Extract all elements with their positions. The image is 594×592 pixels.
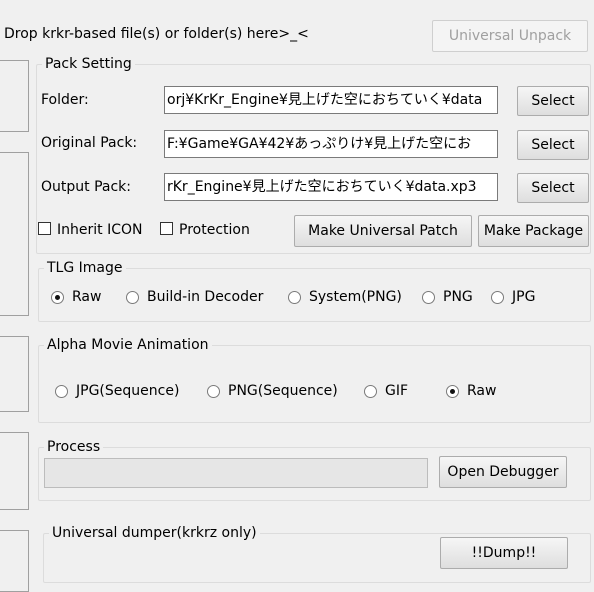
tlg-radio-build-in-decoder-label: Build-in Decoder bbox=[147, 289, 264, 305]
process-title: Process bbox=[44, 437, 104, 457]
alpha-radio-jpg-sequence[interactable]: JPG(Sequence) bbox=[55, 383, 179, 399]
tlg-radio-build-in-decoder[interactable]: Build-in Decoder bbox=[126, 289, 263, 305]
alpha-radio-jpg-sequence-label: JPG(Sequence) bbox=[76, 383, 180, 399]
tlg-radio-jpg[interactable]: JPG bbox=[491, 289, 535, 305]
tlg-radio-system-png-label: System(PNG) bbox=[309, 289, 402, 305]
left-pane-frame-1 bbox=[0, 60, 29, 132]
folder-value: orj¥KrKr_Engine¥見上げた空におちていく¥data bbox=[167, 92, 483, 108]
alpha-radio-raw-label: Raw bbox=[467, 383, 497, 399]
universal-unpack-button[interactable]: Universal Unpack bbox=[432, 20, 588, 52]
dump-button[interactable]: !!Dump!! bbox=[440, 537, 568, 569]
tlg-radio-png-label: PNG bbox=[443, 289, 473, 305]
alpha-radio-jpg-sequence-dot[interactable] bbox=[55, 384, 68, 398]
tlg-radio-raw-label: Raw bbox=[72, 289, 102, 305]
alpha-radio-gif[interactable]: GIF bbox=[364, 383, 408, 399]
make-universal-patch-button[interactable]: Make Universal Patch bbox=[294, 215, 472, 247]
tlg-radio-jpg-dot[interactable] bbox=[491, 290, 504, 304]
make-package-button[interactable]: Make Package bbox=[478, 215, 589, 247]
tlg-radio-png-dot[interactable] bbox=[422, 290, 435, 304]
folder-select-button[interactable]: Select bbox=[517, 86, 589, 116]
left-pane-frame-3 bbox=[0, 336, 29, 412]
output-pack-field[interactable]: rKr_Engine¥見上げた空におちていく¥data.xp3 bbox=[164, 173, 498, 201]
tlg-radio-build-in-decoder-dot[interactable] bbox=[126, 290, 139, 304]
alpha-radio-raw-dot[interactable] bbox=[446, 384, 459, 398]
universal-dumper-title: Universal dumper(krkrz only) bbox=[49, 523, 260, 543]
tlg-radio-raw-dot[interactable] bbox=[51, 290, 64, 304]
left-pane-frame-2 bbox=[0, 152, 29, 316]
output-pack-value: rKr_Engine¥見上げた空におちていく¥data.xp3 bbox=[167, 179, 477, 195]
original-pack-select-button[interactable]: Select bbox=[517, 130, 589, 160]
output-pack-select-button[interactable]: Select bbox=[517, 173, 589, 203]
left-pane-frame-4 bbox=[0, 432, 29, 510]
alpha-radio-gif-dot[interactable] bbox=[364, 384, 377, 398]
alpha-radio-raw[interactable]: Raw bbox=[446, 383, 496, 399]
original-pack-value: F:¥Game¥GA¥42¥あっぷりけ¥見上げた空にお bbox=[167, 136, 472, 152]
alpha-movie-title: Alpha Movie Animation bbox=[44, 335, 212, 355]
original-pack-label: Original Pack: bbox=[41, 135, 138, 151]
tlg-radio-jpg-label: JPG bbox=[512, 289, 536, 305]
folder-label: Folder: bbox=[41, 92, 89, 108]
inherit-icon-checkbox-box[interactable] bbox=[38, 222, 51, 235]
protection-checkbox[interactable]: Protection bbox=[160, 220, 250, 240]
alpha-radio-gif-label: GIF bbox=[385, 383, 409, 399]
protection-label: Protection bbox=[179, 222, 250, 238]
tlg-image-title: TLG Image bbox=[44, 258, 126, 278]
original-pack-field[interactable]: F:¥Game¥GA¥42¥あっぷりけ¥見上げた空にお bbox=[164, 130, 498, 158]
pack-setting-title: Pack Setting bbox=[42, 54, 135, 74]
alpha-radio-png-sequence[interactable]: PNG(Sequence) bbox=[207, 383, 338, 399]
protection-checkbox-box[interactable] bbox=[160, 222, 173, 235]
open-debugger-button[interactable]: Open Debugger bbox=[439, 456, 567, 488]
drop-label: Drop krkr-based file(s) or folder(s) her… bbox=[4, 26, 309, 42]
tlg-radio-png[interactable]: PNG bbox=[422, 289, 473, 305]
left-pane-frame-5 bbox=[0, 530, 29, 592]
inherit-icon-label: Inherit ICON bbox=[57, 222, 143, 238]
inherit-icon-checkbox[interactable]: Inherit ICON bbox=[38, 220, 142, 240]
tlg-radio-system-png-dot[interactable] bbox=[288, 290, 301, 304]
tlg-radio-system-png[interactable]: System(PNG) bbox=[288, 289, 402, 305]
alpha-radio-png-sequence-label: PNG(Sequence) bbox=[228, 383, 338, 399]
tlg-radio-raw[interactable]: Raw bbox=[51, 289, 101, 305]
process-progress-bar bbox=[44, 458, 428, 488]
alpha-radio-png-sequence-dot[interactable] bbox=[207, 384, 220, 398]
folder-field[interactable]: orj¥KrKr_Engine¥見上げた空におちていく¥data bbox=[164, 86, 498, 114]
output-pack-label: Output Pack: bbox=[41, 179, 131, 195]
